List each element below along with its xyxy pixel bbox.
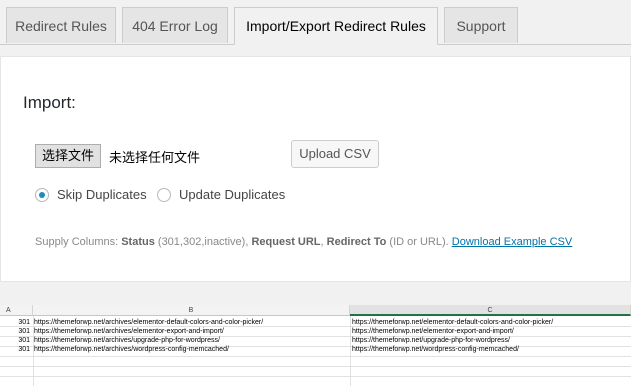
spreadsheet-preview: A B C 301 https://themeforwp.net/archive…	[0, 305, 631, 386]
update-duplicates-label[interactable]: Update Duplicates	[179, 187, 285, 202]
cell-c4: https://themeforwp.net/wordpress-config-…	[352, 346, 519, 353]
cell-b4: https://themeforwp.net/archives/wordpres…	[34, 346, 229, 353]
tab-support[interactable]: Support	[444, 7, 518, 43]
tab-404-error-log[interactable]: 404 Error Log	[122, 7, 228, 43]
grid-line	[0, 366, 631, 367]
update-duplicates-radio[interactable]	[157, 188, 171, 202]
cell-a3: 301	[18, 337, 30, 344]
skip-duplicates-label[interactable]: Skip Duplicates	[57, 187, 147, 202]
tab-redirect-rules[interactable]: Redirect Rules	[6, 7, 116, 43]
cell-c3: https://themeforwp.net/upgrade-php-for-w…	[352, 337, 510, 344]
choose-file-button[interactable]: 选择文件	[35, 144, 102, 168]
import-heading: Import:	[23, 93, 76, 112]
cell-b1: https://themeforwp.net/archives/elemento…	[34, 319, 264, 326]
cell-c2: https://themeforwp.net/elementor-export-…	[352, 328, 514, 335]
tab-import-export[interactable]: Import/Export Redirect Rules	[234, 7, 438, 45]
grid-line	[0, 376, 631, 377]
grid-line	[0, 356, 631, 357]
cell-a1: 301	[18, 319, 30, 326]
import-panel: Import: 选择文件 未选择任何文件 Upload CSV Skip Dup…	[0, 56, 631, 282]
cell-a2: 301	[18, 328, 30, 335]
column-header-b: B	[33, 305, 350, 316]
cell-b2: https://themeforwp.net/archives/elemento…	[34, 328, 224, 335]
column-header-a: A	[0, 305, 33, 316]
radio-selected-dot	[39, 192, 45, 198]
download-example-csv-link[interactable]: Download Example CSV	[452, 236, 572, 248]
supply-columns-text: Supply Columns: Status (301,302,inactive…	[35, 236, 573, 248]
cell-c1: https://themeforwp.net/elementor-default…	[352, 319, 554, 326]
upload-csv-button[interactable]: Upload CSV	[291, 140, 379, 168]
skip-duplicates-radio[interactable]	[35, 188, 49, 202]
no-file-chosen-label: 未选择任何文件	[109, 150, 201, 165]
cell-a4: 301	[18, 346, 30, 353]
tab-bar: Redirect Rules 404 Error Log Import/Expo…	[0, 0, 631, 45]
column-header-c: C	[350, 305, 631, 316]
cell-b3: https://themeforwp.net/archives/upgrade-…	[34, 337, 220, 344]
